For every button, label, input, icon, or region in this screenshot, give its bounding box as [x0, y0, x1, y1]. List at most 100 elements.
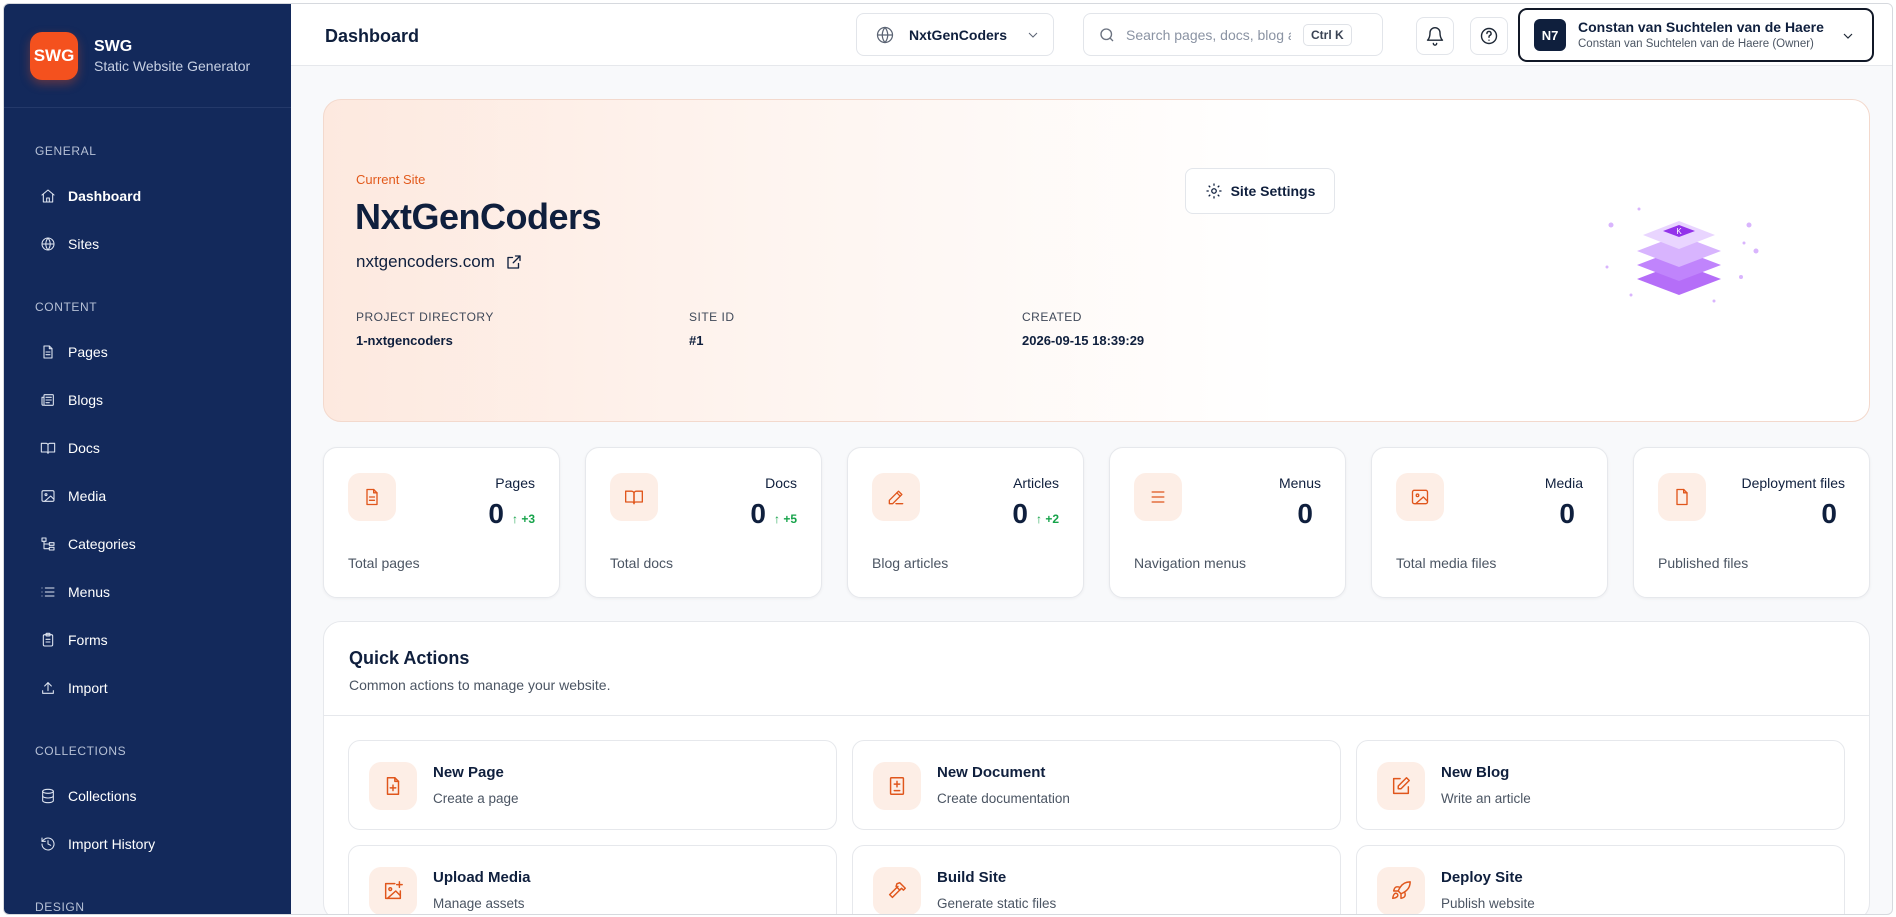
qa-desc: Publish website	[1441, 896, 1535, 911]
help-button[interactable]	[1470, 17, 1508, 55]
stat-delta: ↑ +3	[511, 512, 535, 526]
site-domain: nxtgencoders.com	[356, 252, 495, 271]
qa-desc: Write an article	[1441, 791, 1531, 806]
search-input[interactable]	[1126, 26, 1291, 43]
section-label-design: DESIGN	[35, 900, 85, 914]
qa-icon	[1377, 762, 1425, 810]
book-open-icon	[40, 442, 56, 454]
rocket-icon	[1392, 881, 1411, 900]
app-window: SWG SWG Static Website Generator GENERAL…	[3, 3, 1893, 915]
section-label-general: GENERAL	[35, 144, 97, 158]
stat-title: Deployment files	[1741, 475, 1846, 491]
meta-value: 1-nxtgencoders	[356, 333, 453, 348]
new-page-button[interactable]: New Page Create a page	[348, 740, 837, 830]
newspaper-icon	[41, 394, 54, 406]
help-circle-icon	[1480, 27, 1498, 45]
stat-delta: ↑ +5	[773, 512, 797, 526]
brand-logo: SWG	[30, 32, 78, 80]
qa-name: Build Site	[937, 869, 1007, 886]
stat-caption: Total media files	[1396, 555, 1497, 571]
file-text-icon	[43, 345, 53, 359]
brand-name: SWG	[94, 38, 133, 55]
database-icon	[42, 788, 54, 804]
globe-icon	[41, 237, 55, 251]
sidebar-item-media[interactable]: Media	[20, 476, 275, 516]
notifications-button[interactable]	[1416, 17, 1454, 55]
stat-card-pages[interactable]: Pages 0 ↑ +3 Total pages	[323, 447, 560, 598]
upload-icon	[42, 682, 54, 694]
stat-card-deployment-files[interactable]: Deployment files 0 Published files	[1633, 447, 1870, 598]
sidebar-item-import-history[interactable]: Import History	[20, 824, 275, 864]
external-link-icon[interactable]	[505, 253, 523, 271]
sidebar-item-docs[interactable]: Docs	[20, 428, 275, 468]
sidebar-item-label: Categories	[68, 536, 136, 552]
section-label-content: CONTENT	[35, 300, 98, 314]
stat-card-docs[interactable]: Docs 0 ↑ +5 Total docs	[585, 447, 822, 598]
current-site-label: Current Site	[356, 172, 426, 187]
sidebar-item-blogs[interactable]: Blogs	[20, 380, 275, 420]
meta-project-directory: PROJECT DIRECTORY 1-nxtgencoders	[356, 310, 494, 348]
sidebar-item-dashboard[interactable]: Dashboard	[20, 176, 275, 216]
stat-icon	[1658, 473, 1706, 521]
sidebar-item-label: Collections	[68, 788, 137, 804]
meta-created: CREATED 2026-09-15 18:39:29	[1022, 310, 1144, 348]
brand-subtitle: Static Website Generator	[94, 58, 251, 74]
image-plus-icon	[384, 881, 403, 900]
sidebar-item-pages[interactable]: Pages	[20, 332, 275, 372]
pen-icon	[888, 490, 904, 505]
qa-icon	[873, 762, 921, 810]
list-icon	[41, 587, 55, 597]
layers-illustration: K	[1605, 207, 1759, 303]
qa-desc: Manage assets	[433, 896, 525, 911]
user-role: Constan van Suchtelen van de Haere (Owne…	[1578, 38, 1814, 50]
stat-caption: Total pages	[348, 555, 420, 571]
stat-card-media[interactable]: Media 0 Total media files	[1371, 447, 1608, 598]
site-settings-button[interactable]: Site Settings	[1185, 168, 1335, 214]
build-site-button[interactable]: Build Site Generate static files	[852, 845, 1341, 914]
stat-value: 0	[1821, 498, 1837, 529]
deploy-site-button[interactable]: Deploy Site Publish website	[1356, 845, 1845, 914]
site-domain-link[interactable]: nxtgencoders.com	[356, 252, 523, 272]
qa-desc: Create documentation	[937, 791, 1070, 806]
chevron-down-icon	[1843, 33, 1853, 39]
image-icon	[1411, 489, 1429, 505]
new-document-button[interactable]: New Document Create documentation	[852, 740, 1341, 830]
qa-name: New Document	[937, 764, 1046, 781]
sidebar-item-menus[interactable]: Menus	[20, 572, 275, 612]
tree-icon	[41, 537, 55, 551]
qa-desc: Generate static files	[937, 896, 1057, 911]
new-blog-button[interactable]: New Blog Write an article	[1356, 740, 1845, 830]
search-box[interactable]: Ctrl K	[1083, 13, 1383, 56]
section-label-collections: COLLECTIONS	[35, 744, 127, 758]
sidebar-item-categories[interactable]: Categories	[20, 524, 275, 564]
sidebar-item-sites[interactable]: Sites	[20, 224, 275, 264]
stat-value: 0	[1012, 498, 1028, 529]
site-selector[interactable]: NxtGenCoders	[856, 13, 1054, 56]
sidebar-item-label: Media	[68, 488, 107, 504]
user-menu[interactable]: N7 Constan van Suchtelen van de Haere Co…	[1518, 8, 1874, 62]
sidebar-item-forms[interactable]: Forms	[20, 620, 275, 660]
file-icon	[1676, 488, 1688, 506]
file-plus-icon	[386, 777, 400, 795]
gear-icon	[1206, 183, 1222, 199]
book-open-icon	[625, 490, 643, 505]
stat-card-articles[interactable]: Articles 0 ↑ +2 Blog articles	[847, 447, 1084, 598]
upload-media-button[interactable]: Upload Media Manage assets	[348, 845, 837, 914]
file-text-icon	[366, 488, 378, 506]
stat-card-menus[interactable]: Menus 0 Navigation menus	[1109, 447, 1346, 598]
meta-label: PROJECT DIRECTORY	[356, 310, 494, 324]
sidebar-item-collections[interactable]: Collections	[20, 776, 275, 816]
globe-icon	[876, 26, 894, 43]
avatar: N7	[1534, 19, 1566, 51]
brand[interactable]: SWG SWG Static Website Generator	[30, 31, 250, 81]
stat-value: 0	[488, 498, 504, 529]
divider	[324, 715, 1869, 716]
qa-desc: Create a page	[433, 791, 519, 806]
stat-value: 0	[750, 498, 766, 529]
sidebar-item-import[interactable]: Import	[20, 668, 275, 708]
qa-icon	[369, 762, 417, 810]
stat-icon	[1396, 473, 1444, 521]
stat-title: Media	[1544, 475, 1583, 491]
sidebar-item-label: Pages	[68, 344, 108, 360]
user-name: Constan van Suchtelen van de Haere	[1578, 19, 1824, 35]
